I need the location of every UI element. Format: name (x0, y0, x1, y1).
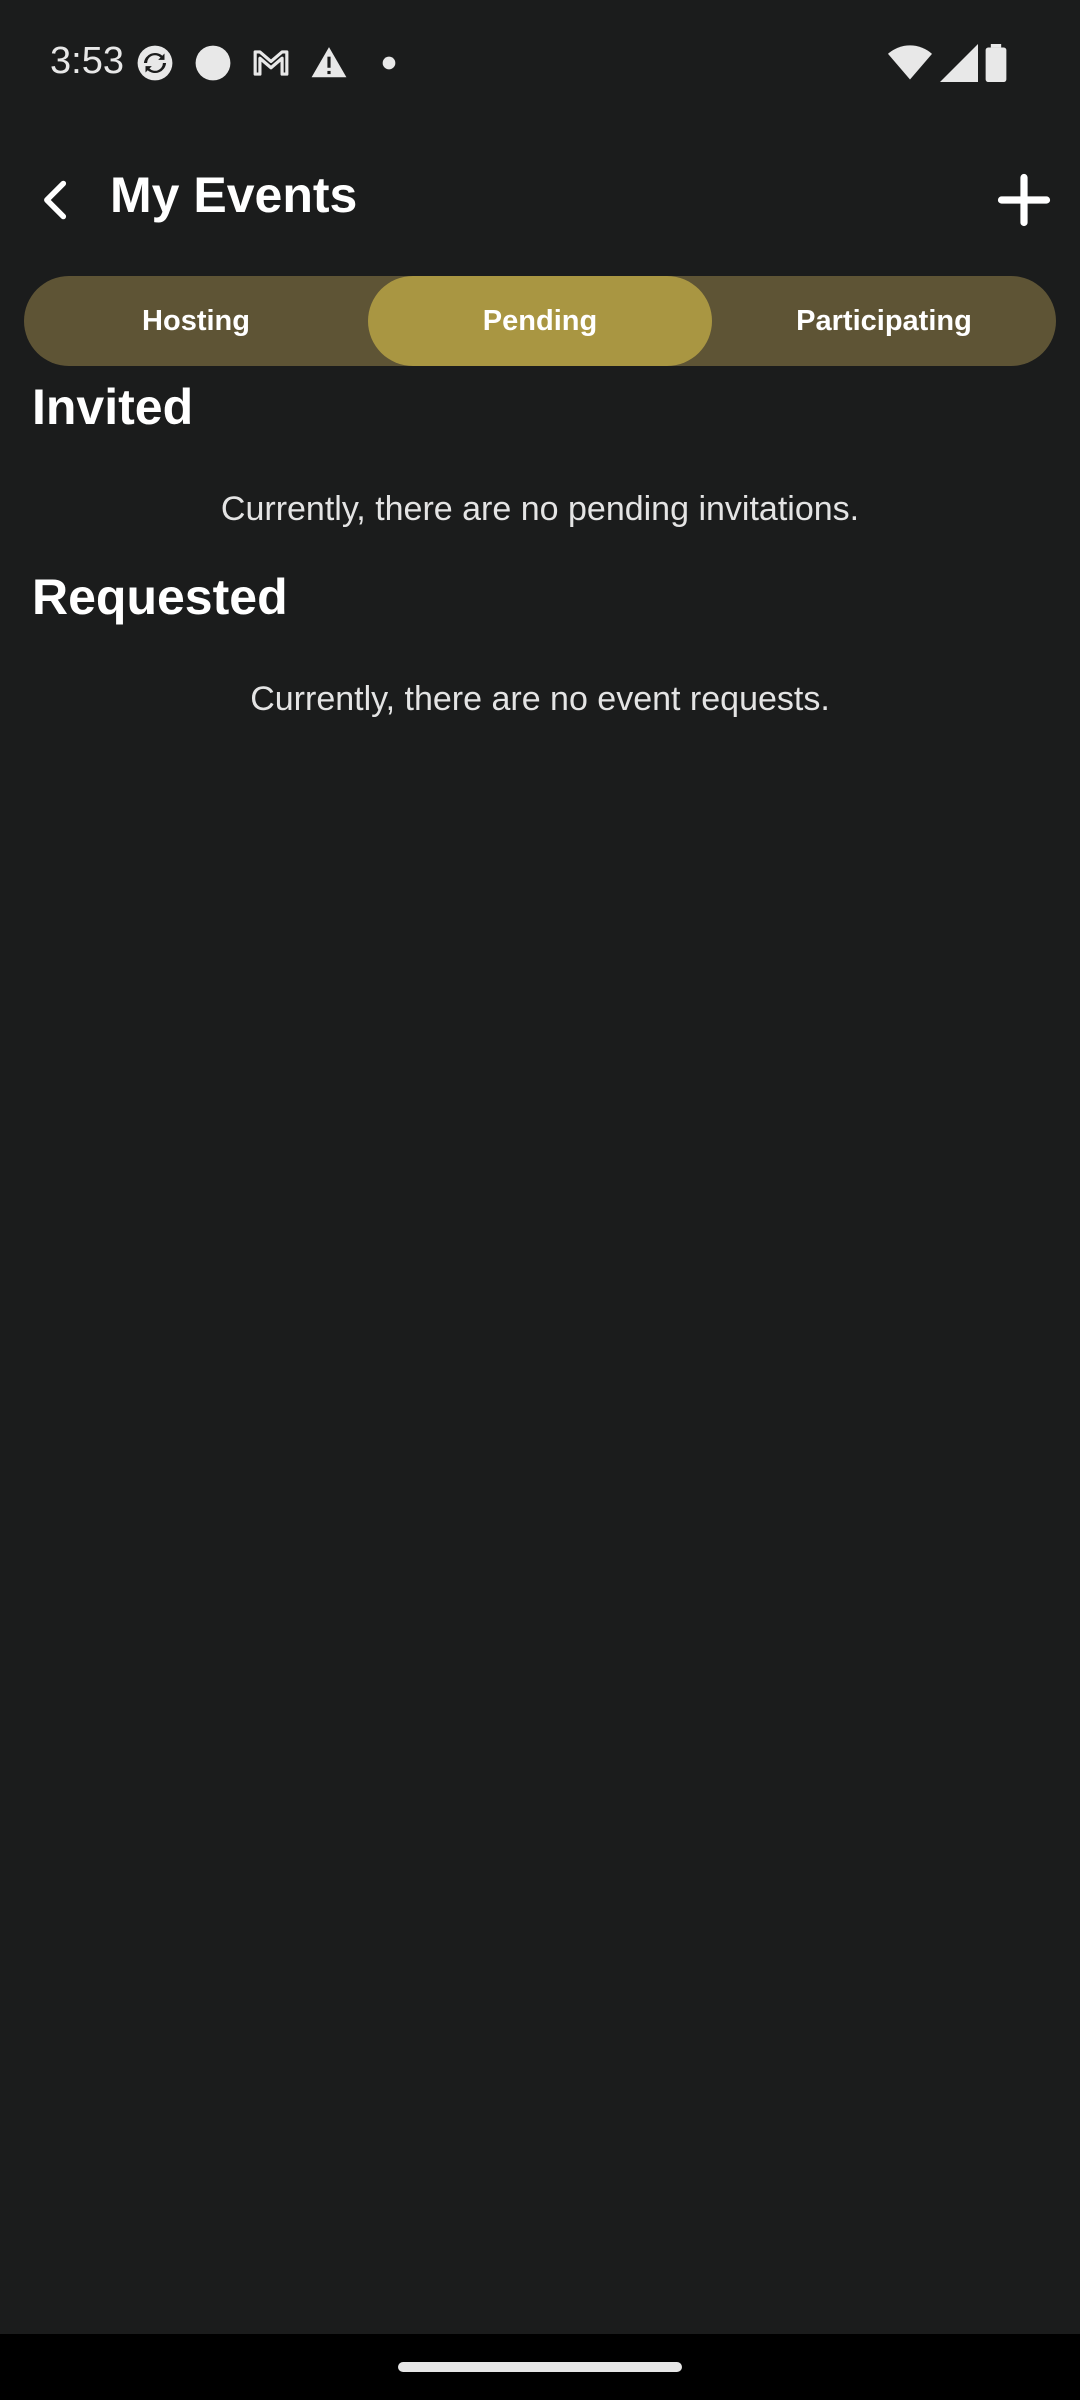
tab-participating[interactable]: Participating (712, 276, 1056, 366)
dot-icon (382, 56, 396, 70)
status-time: 3:53 (50, 40, 124, 82)
requested-heading: Requested (32, 569, 288, 625)
tab-pending[interactable]: Pending (368, 276, 712, 366)
chevron-left-icon (44, 180, 67, 220)
page-title: My Events (110, 167, 358, 223)
invited-heading: Invited (32, 379, 194, 435)
battery-icon (985, 44, 1007, 82)
plus-icon (997, 173, 1051, 227)
invited-empty-message: Currently, there are no pending invitati… (220, 490, 860, 528)
gmail-icon (253, 50, 289, 76)
event-tabs: Hosting Pending Participating (24, 276, 1056, 366)
circle-notification-icon (195, 45, 231, 81)
screen: 3:53 My Events Hosting Pending Participa… (0, 0, 1080, 2400)
status-bar: 3:53 (0, 0, 1080, 120)
add-event-button[interactable] (986, 162, 1062, 238)
warning-icon (311, 47, 347, 78)
back-button[interactable] (20, 164, 92, 236)
app-bar: My Events (0, 140, 1080, 252)
requested-empty-message: Currently, there are no event requests. (250, 680, 830, 718)
home-indicator[interactable] (398, 2362, 682, 2372)
cell-signal-icon (940, 44, 978, 82)
sync-icon (137, 45, 173, 81)
wifi-icon (888, 45, 932, 80)
tab-hosting[interactable]: Hosting (24, 276, 368, 366)
system-nav-bar (0, 2334, 1080, 2400)
